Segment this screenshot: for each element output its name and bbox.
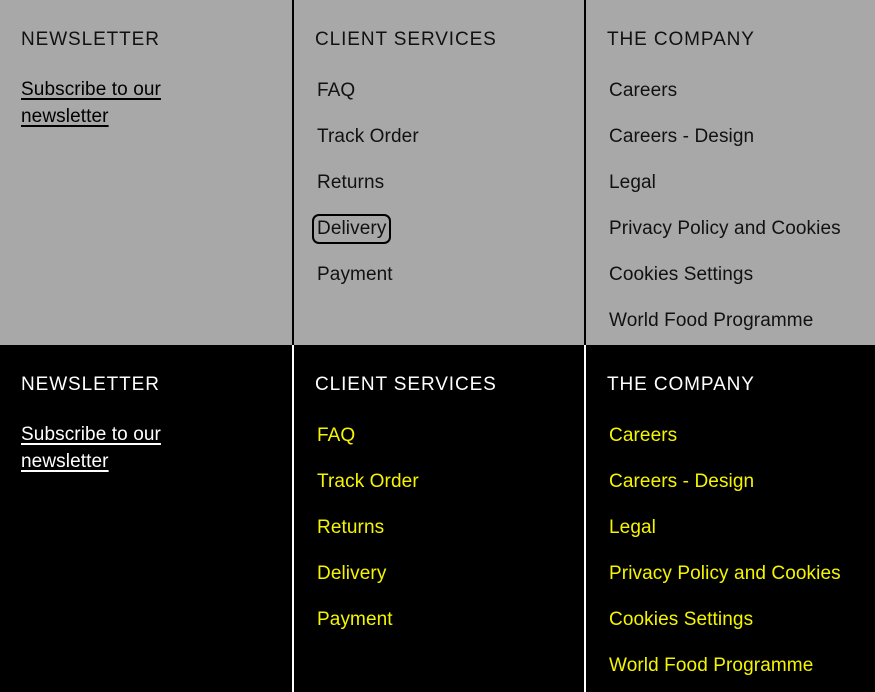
- newsletter-link-wrap: Subscribe to our newsletter: [21, 76, 186, 130]
- list-item: Legal: [607, 513, 855, 543]
- list-item: Payment: [315, 260, 564, 290]
- client-services-link-list-dark: FAQ Track Order Returns Delivery Payment: [315, 421, 564, 635]
- footer-link-track-order[interactable]: Track Order: [312, 467, 424, 497]
- subscribe-newsletter-link-dark[interactable]: Subscribe to our newsletter: [21, 424, 161, 472]
- footer-link-careers[interactable]: Careers: [604, 421, 682, 451]
- list-item: Careers - Design: [607, 467, 855, 497]
- list-item: Cookies Settings: [607, 260, 855, 290]
- footer-column-newsletter-dark: NEWSLETTER Subscribe to our newsletter: [0, 345, 292, 692]
- newsletter-link-wrap-dark: Subscribe to our newsletter: [21, 421, 186, 475]
- column-heading-the-company-dark: THE COMPANY: [607, 374, 755, 395]
- list-item: FAQ: [315, 76, 564, 106]
- footer-link-careers-design[interactable]: Careers - Design: [604, 467, 759, 497]
- footer-link-world-food-programme[interactable]: World Food Programme: [604, 306, 818, 336]
- list-item: World Food Programme: [607, 306, 855, 336]
- list-item: Track Order: [315, 122, 564, 152]
- footer-link-careers-design[interactable]: Careers - Design: [604, 122, 759, 152]
- footer-link-payment[interactable]: Payment: [312, 605, 398, 635]
- subscribe-newsletter-link[interactable]: Subscribe to our newsletter: [21, 79, 161, 127]
- footer-column-the-company: THE COMPANY Careers Careers - Design Legal…: [584, 0, 875, 345]
- list-item: FAQ: [315, 421, 564, 451]
- the-company-link-list-dark: Careers Careers - Design Legal Privacy Poli…: [607, 421, 855, 681]
- column-heading-newsletter-dark: NEWSLETTER: [21, 374, 160, 395]
- footer-link-delivery[interactable]: Delivery: [312, 214, 392, 244]
- footer-link-track-order[interactable]: Track Order: [312, 122, 424, 152]
- column-heading-client-services: CLIENT SERVICES: [315, 29, 497, 50]
- footer-link-returns[interactable]: Returns: [312, 513, 389, 543]
- footer-link-privacy-policy-and-cookies[interactable]: Privacy Policy and Cookies: [604, 214, 846, 244]
- list-item: Payment: [315, 605, 564, 635]
- footer-dark-variant: NEWSLETTER Subscribe to our newsletter C…: [0, 345, 875, 692]
- footer-link-privacy-policy-and-cookies[interactable]: Privacy Policy and Cookies: [604, 559, 846, 589]
- list-item: Delivery: [312, 214, 564, 244]
- list-item: Returns: [315, 513, 564, 543]
- list-item: Careers: [607, 421, 855, 451]
- client-services-link-list: FAQ Track Order Returns Delivery Payment: [312, 76, 564, 290]
- list-item: Careers - Design: [607, 122, 855, 152]
- footer-link-delivery[interactable]: Delivery: [312, 559, 391, 589]
- list-item: Cookies Settings: [607, 605, 855, 635]
- footer-column-the-company-dark: THE COMPANY Careers Careers - Design Legal…: [584, 345, 875, 692]
- footer-light-variant: NEWSLETTER Subscribe to our newsletter C…: [0, 0, 875, 345]
- list-item: Legal: [607, 168, 855, 198]
- footer-link-cookies-settings[interactable]: Cookies Settings: [604, 260, 758, 290]
- footer-column-newsletter: NEWSLETTER Subscribe to our newsletter: [0, 0, 292, 345]
- list-item: Privacy Policy and Cookies: [607, 214, 855, 244]
- list-item: Returns: [315, 168, 564, 198]
- column-heading-client-services-dark: CLIENT SERVICES: [315, 374, 497, 395]
- footer-link-legal[interactable]: Legal: [604, 168, 661, 198]
- the-company-link-list: Careers Careers - Design Legal Privacy Poli…: [607, 76, 855, 336]
- footer-link-faq[interactable]: FAQ: [312, 76, 360, 106]
- list-item: Delivery: [315, 559, 564, 589]
- footer-link-world-food-programme[interactable]: World Food Programme: [604, 651, 818, 681]
- column-heading-the-company: THE COMPANY: [607, 29, 755, 50]
- footer-link-careers[interactable]: Careers: [604, 76, 682, 106]
- footer-column-client-services: CLIENT SERVICES FAQ Track Order Returns Del…: [292, 0, 584, 345]
- footer-column-client-services-dark: CLIENT SERVICES FAQ Track Order Returns Del…: [292, 345, 584, 692]
- footer-link-faq[interactable]: FAQ: [312, 421, 360, 451]
- footer-link-payment[interactable]: Payment: [312, 260, 398, 290]
- list-item: Careers: [607, 76, 855, 106]
- list-item: Privacy Policy and Cookies: [607, 559, 855, 589]
- list-item: World Food Programme: [607, 651, 855, 681]
- list-item: Track Order: [315, 467, 564, 497]
- footer-link-returns[interactable]: Returns: [312, 168, 389, 198]
- column-heading-newsletter: NEWSLETTER: [21, 29, 160, 50]
- footer-link-cookies-settings[interactable]: Cookies Settings: [604, 605, 758, 635]
- footer-link-legal[interactable]: Legal: [604, 513, 661, 543]
